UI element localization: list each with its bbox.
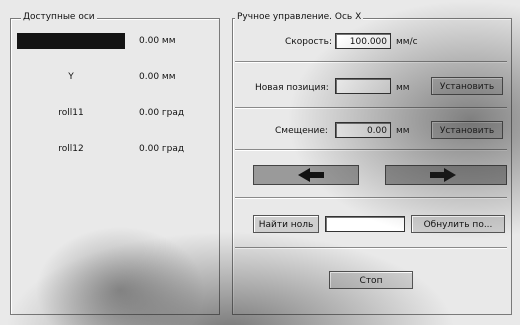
zero-position-field[interactable] bbox=[325, 216, 405, 232]
new-position-label: Новая позиция: bbox=[255, 83, 329, 93]
reset-position-button[interactable]: Обнулить по... bbox=[411, 215, 505, 233]
axis-row-roll12[interactable]: roll12 0.00 град bbox=[17, 141, 217, 157]
offset-input[interactable]: 0.00 bbox=[335, 122, 391, 138]
axis-name: Y bbox=[68, 72, 74, 82]
axis-row-x[interactable]: 0.00 мм bbox=[17, 33, 217, 49]
axis-name bbox=[17, 33, 125, 49]
available-axes-panel: Доступные оси 0.00 мм Y 0.00 мм roll11 0… bbox=[10, 12, 220, 315]
new-position-input[interactable] bbox=[335, 78, 391, 94]
axis-row-y[interactable]: Y 0.00 мм bbox=[17, 69, 217, 85]
jog-right-button[interactable] bbox=[385, 165, 507, 185]
available-axes-title: Доступные оси bbox=[21, 12, 97, 22]
divider bbox=[235, 61, 507, 63]
axis-row-roll11[interactable]: roll11 0.00 град bbox=[17, 105, 217, 121]
axis-value: 0.00 град bbox=[139, 144, 185, 154]
new-position-unit: мм bbox=[396, 83, 410, 93]
offset-unit: мм bbox=[396, 126, 410, 136]
divider bbox=[235, 149, 507, 151]
axis-name: roll12 bbox=[58, 144, 84, 154]
set-offset-button[interactable]: Установить bbox=[431, 121, 503, 139]
manual-control-panel: Ручное управление. Ось X Скорость: 100.0… bbox=[232, 12, 512, 315]
jog-left-button[interactable] bbox=[253, 165, 359, 185]
speed-input[interactable]: 100.000 bbox=[335, 33, 391, 49]
arrow-left-icon bbox=[298, 168, 324, 182]
offset-label: Смещение: bbox=[275, 126, 328, 136]
divider bbox=[235, 197, 507, 199]
stop-button[interactable]: Стоп bbox=[329, 271, 413, 289]
divider bbox=[235, 247, 507, 249]
speed-unit: мм/с bbox=[396, 37, 418, 47]
axis-name: roll11 bbox=[58, 108, 84, 118]
divider bbox=[235, 107, 507, 109]
manual-control-title: Ручное управление. Ось X bbox=[235, 12, 364, 22]
arrow-right-icon bbox=[430, 168, 456, 182]
find-zero-button[interactable]: Найти ноль bbox=[253, 215, 319, 233]
axis-value: 0.00 град bbox=[139, 108, 185, 118]
axis-value: 0.00 мм bbox=[139, 36, 176, 46]
set-position-button[interactable]: Установить bbox=[431, 77, 503, 95]
axis-value: 0.00 мм bbox=[139, 72, 176, 82]
speed-label: Скорость: bbox=[285, 37, 332, 47]
